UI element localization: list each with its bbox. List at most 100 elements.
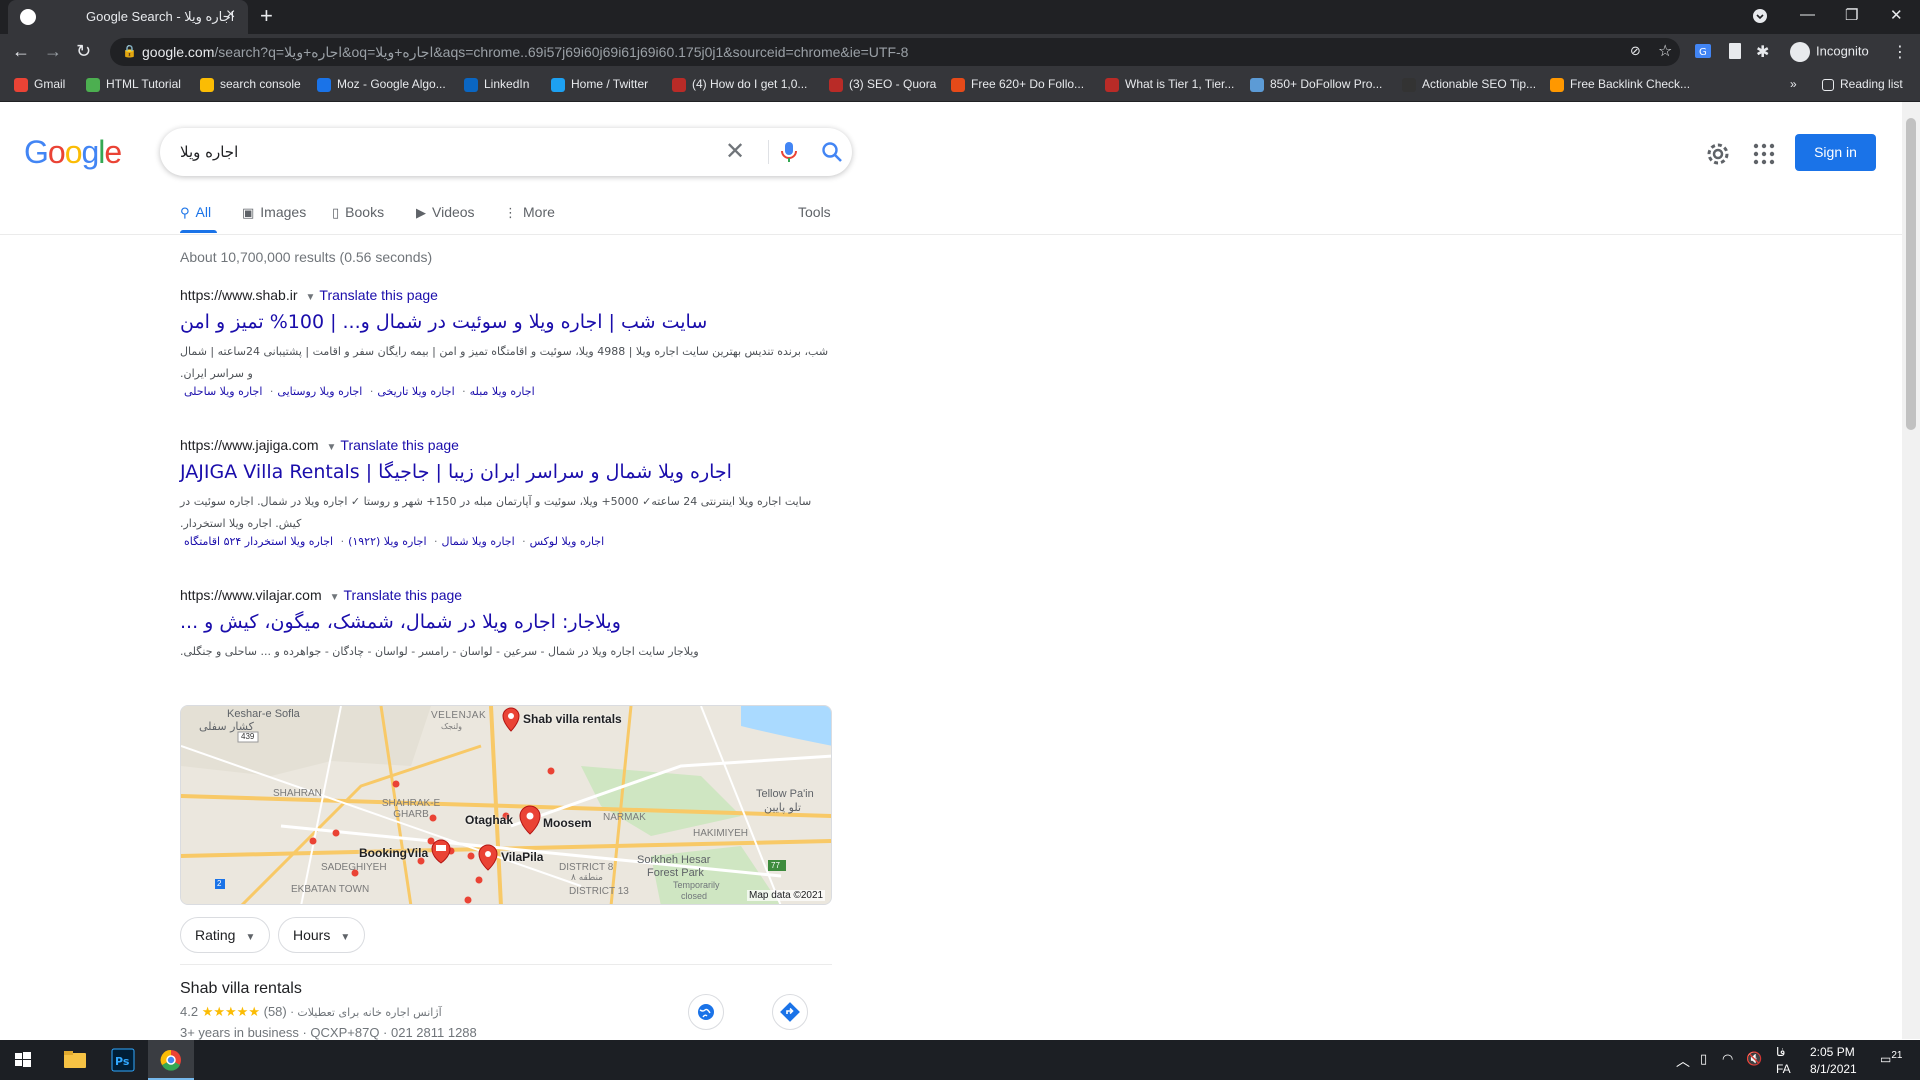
tab-videos[interactable]: ▶ Videos <box>416 204 475 221</box>
bookmark-item[interactable]: Free 620+ Do Follo... <box>951 77 1084 92</box>
search-icon: ⚲ <box>180 205 190 220</box>
tab-images[interactable]: ▣ Images <box>242 204 306 221</box>
bookmark-item[interactable]: HTML Tutorial <box>86 77 181 92</box>
bookmark-item[interactable]: (3) SEO - Quora <box>829 77 936 92</box>
volume-muted-icon[interactable]: 🔇 <box>1746 1051 1762 1067</box>
settings-gear-icon[interactable] <box>1704 140 1732 168</box>
sitelink[interactable]: اجاره ویلا تاریخی <box>377 385 454 398</box>
input-language-code[interactable]: FA <box>1776 1062 1791 1076</box>
sitelink[interactable]: اجاره ویلا مبله <box>470 385 535 398</box>
chrome-taskbar-icon[interactable] <box>148 1040 194 1080</box>
local-results-map[interactable]: Keshar-e Sofla کشار سفلی 439 VELENJAK ول… <box>180 705 832 905</box>
bookmark-item[interactable]: Free Backlink Check... <box>1550 77 1690 92</box>
map-place-label[interactable]: Shab villa rentals <box>523 712 622 726</box>
map-place-label[interactable]: Moosem <box>543 816 592 830</box>
dropdown-arrow-icon[interactable]: ▼ <box>306 292 316 303</box>
hours-filter-chip[interactable]: Hours ▼ <box>278 917 366 953</box>
result-url[interactable]: https://www.jajiga.com ▼ Translate this pa… <box>180 437 830 453</box>
forward-icon[interactable]: → <box>44 41 62 62</box>
translate-link[interactable]: Translate this page <box>340 437 459 453</box>
tab-search-icon[interactable] <box>1752 8 1768 28</box>
wifi-icon[interactable]: ◠ <box>1722 1051 1733 1067</box>
bookmarks-more-button[interactable]: » <box>1790 77 1797 91</box>
incognito-profile[interactable]: Incognito <box>1790 42 1869 62</box>
translate-link[interactable]: Translate this page <box>319 287 438 303</box>
windows-start-icon[interactable] <box>0 1040 46 1080</box>
tab-more[interactable]: ⋮ More <box>504 204 555 221</box>
close-window-icon[interactable]: ✕ <box>1890 6 1903 24</box>
sitelink[interactable]: اجاره ویلا (۱۹۲۲) <box>348 535 426 548</box>
result-title[interactable]: سایت شب | اجاره ویلا و سوئیت در شمال و..… <box>180 311 830 333</box>
bookmark-item[interactable]: 850+ DoFollow Pro... <box>1250 77 1382 92</box>
bookmark-item[interactable]: (4) How do I get 1,0... <box>672 77 807 92</box>
translate-extension-icon[interactable]: G <box>1694 42 1712 65</box>
search-icon[interactable] <box>820 140 844 164</box>
restore-icon[interactable]: ❐ <box>1845 6 1858 24</box>
reload-icon[interactable]: ↻ <box>76 41 91 62</box>
bookmark-item[interactable]: Actionable SEO Tip... <box>1402 77 1536 92</box>
bookmark-item[interactable]: LinkedIn <box>464 77 529 92</box>
result-url[interactable]: https://www.vilajar.com ▼ Translate this p… <box>180 587 830 603</box>
bookmark-item[interactable]: Gmail <box>14 77 65 92</box>
map-label: DISTRICT 13 <box>569 886 629 897</box>
clear-search-icon[interactable]: ✕ <box>725 137 745 166</box>
tab-books[interactable]: ▯ Books <box>332 204 384 221</box>
back-icon[interactable]: ← <box>12 41 30 62</box>
bookmark-item[interactable]: What is Tier 1, Tier... <box>1105 77 1234 92</box>
file-explorer-icon[interactable] <box>52 1040 98 1080</box>
bookmark-item[interactable]: Moz - Google Algo... <box>317 77 446 92</box>
bookmark-favicon-icon <box>1550 77 1564 92</box>
translate-link[interactable]: Translate this page <box>344 587 463 603</box>
dropdown-arrow-icon[interactable]: ▼ <box>327 442 337 453</box>
bookmark-star-icon[interactable]: ☆ <box>1658 41 1672 61</box>
map-label: EKBATAN TOWN <box>291 884 370 895</box>
sitelink[interactable]: اجاره ویلا روستایی <box>277 385 362 398</box>
sign-in-button[interactable]: Sign in <box>1795 134 1876 171</box>
scrollbar-thumb[interactable] <box>1906 118 1916 430</box>
search-input[interactable] <box>180 140 680 164</box>
map-place-label[interactable]: Otaghak <box>465 813 513 827</box>
microphone-icon[interactable] <box>778 140 800 164</box>
rating-filter-chip[interactable]: Rating ▼ <box>180 917 271 953</box>
clock-date[interactable]: 8/1/2021 <box>1810 1062 1857 1076</box>
sitelink[interactable]: اجاره ویلا لوکس <box>530 535 605 548</box>
google-apps-grid-icon[interactable] <box>1752 142 1776 166</box>
map-place-label[interactable]: BookingVila <box>359 846 428 860</box>
reading-list-button[interactable]: Reading list <box>1822 77 1903 91</box>
bookmark-item[interactable]: Home / Twitter <box>551 77 648 92</box>
map-label: منطقه ۸ <box>571 873 604 883</box>
extensions-puzzle-icon[interactable]: ✱ <box>1756 42 1769 62</box>
browser-toolbar: ← → ↻ 🔒 google.com/search?q=اجاره+ویلا&o… <box>0 34 1920 70</box>
menu-kebab-icon[interactable]: ⋮ <box>1892 42 1908 62</box>
address-bar[interactable]: 🔒 google.com/search?q=اجاره+ویلا&oq=اجار… <box>110 38 1680 66</box>
browser-tab[interactable]: Google Search - اجاره ویلا × <box>8 0 248 34</box>
sitelink[interactable]: اجاره ویلا شمال <box>442 535 515 548</box>
dropdown-arrow-icon[interactable]: ▼ <box>330 592 340 603</box>
website-button[interactable] <box>688 994 724 1030</box>
sitelink[interactable]: اجاره ویلا ساحلی <box>184 385 262 398</box>
bookmark-item[interactable]: search console <box>200 77 301 92</box>
result-url[interactable]: https://www.shab.ir ▼ Translate this page <box>180 287 830 303</box>
directions-button[interactable] <box>772 994 808 1030</box>
business-rating: 4.2 ★★★★★ (58) · آژانس اجاره خانه برای ت… <box>180 1004 442 1019</box>
minimize-icon[interactable]: — <box>1800 6 1815 23</box>
result-title[interactable]: ویلاجار: اجاره ویلا در شمال، شمشک، میگون… <box>180 611 830 633</box>
google-logo[interactable]: Google <box>24 134 122 171</box>
close-tab-icon[interactable]: × <box>226 6 235 24</box>
input-language[interactable]: فا <box>1776 1045 1785 1059</box>
new-tab-button[interactable]: + <box>260 3 273 29</box>
cookie-blocked-icon[interactable]: ⊘ <box>1630 43 1641 59</box>
result-title[interactable]: اجاره ویلا شمال و سراسر ایران زیبا | جاج… <box>180 461 830 483</box>
tools-button[interactable]: Tools <box>798 204 831 220</box>
tray-chevron-icon[interactable]: ︿ <box>1676 1051 1690 1071</box>
sitelink[interactable]: اجاره ویلا استخردار ۵۲۴ اقامتگاه <box>184 535 333 548</box>
battery-icon[interactable]: ▯ <box>1700 1051 1707 1067</box>
map-place-label[interactable]: VilaPila <box>501 850 543 864</box>
business-name[interactable]: Shab villa rentals <box>180 980 302 998</box>
photoshop-icon[interactable]: Ps <box>100 1040 146 1080</box>
extension-doc-icon[interactable] <box>1728 42 1742 65</box>
notifications-icon[interactable]: ▭21 <box>1880 1050 1902 1066</box>
map-label: Sorkheh Hesar <box>637 854 711 866</box>
clock-time[interactable]: 2:05 PM <box>1810 1045 1855 1059</box>
tab-all[interactable]: ⚲ All <box>180 204 211 221</box>
